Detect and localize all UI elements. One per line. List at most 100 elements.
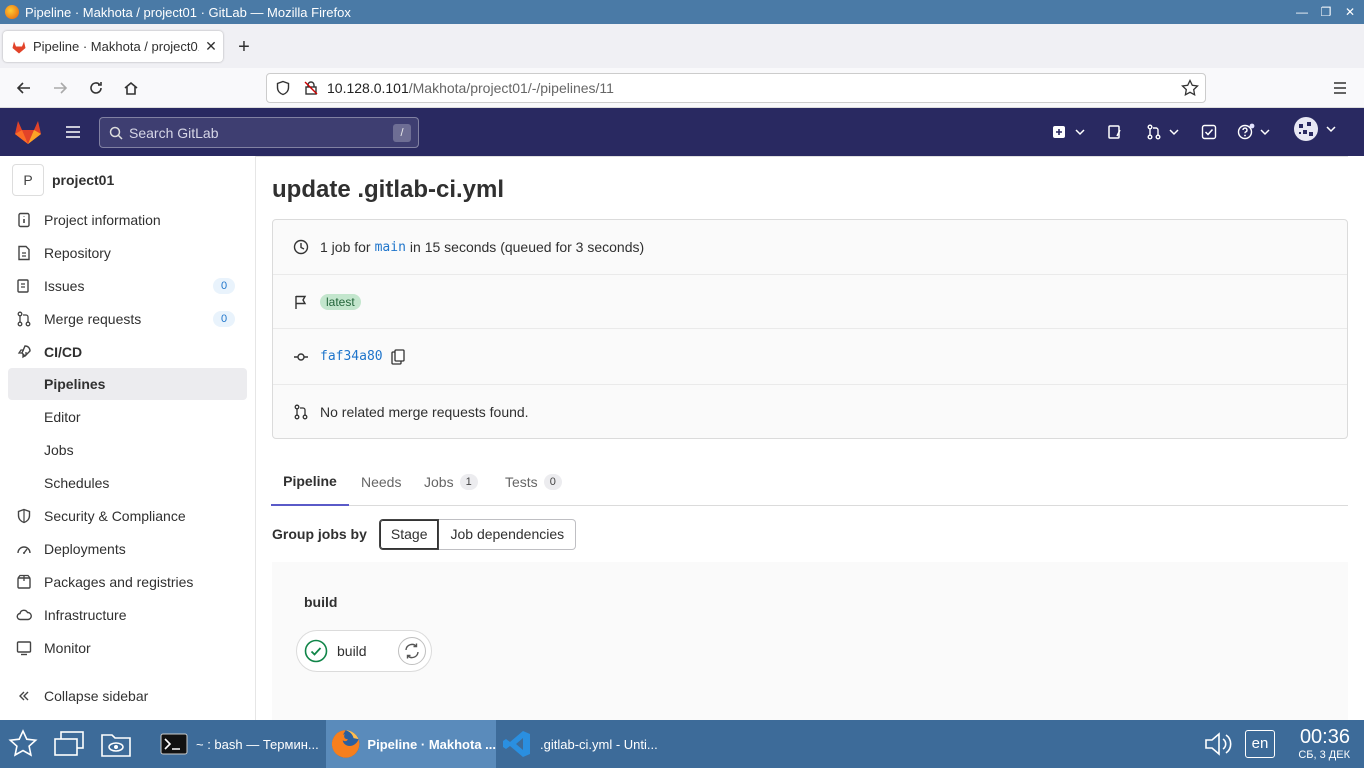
browser-navbar: 10.128.0.101/Makhota/project01/-/pipelin… (0, 68, 1364, 108)
close-window-icon[interactable]: ✕ (1338, 0, 1362, 24)
url-bar[interactable]: 10.128.0.101/Makhota/project01/-/pipelin… (266, 73, 1206, 103)
sidebar-item-monitor[interactable]: Monitor (8, 632, 247, 664)
sidebar-item-deployments[interactable]: Deployments (8, 533, 247, 565)
monitor-icon (16, 640, 32, 656)
no-merge-requests-text: No related merge requests found. (320, 403, 529, 420)
tab-tests[interactable]: Tests 0 (505, 458, 562, 505)
search-input[interactable]: Search GitLab / (99, 117, 419, 148)
sidebar-item-jobs[interactable]: Jobs (8, 434, 247, 466)
sidebar-item-issues[interactable]: Issues 0 (8, 270, 247, 302)
start-menu-button[interactable] (8, 720, 38, 768)
taskbar-item-vscode[interactable]: .gitlab-ci.yml - Unti... (496, 720, 666, 768)
star-icon (8, 729, 38, 757)
show-desktop-button[interactable] (53, 720, 85, 768)
summary-suffix: in 15 seconds (queued for 3 seconds) (409, 239, 645, 255)
double-chevron-left-icon (19, 691, 29, 701)
browser-tabstrip: Pipeline · Makhota / project01 · GitLab … (0, 24, 1364, 68)
project-avatar: P (12, 164, 44, 196)
reload-icon[interactable] (84, 76, 108, 100)
terminal-icon (160, 733, 188, 755)
page-title: update .gitlab-ci.yml (272, 176, 505, 203)
sidebar-item-editor[interactable]: Editor (8, 401, 247, 433)
package-icon (16, 574, 32, 590)
sidebar-item-merge-requests[interactable]: Merge requests 0 (8, 303, 247, 335)
jobs-count-badge: 1 (459, 473, 478, 490)
merge-requests-dropdown[interactable] (1146, 122, 1180, 142)
tab-pipeline[interactable]: Pipeline (271, 458, 349, 506)
tab-jobs[interactable]: Jobs 1 (424, 458, 478, 505)
collapse-sidebar-button[interactable]: Collapse sidebar (8, 686, 148, 706)
divider (256, 156, 1348, 157)
project-header-link[interactable]: P project01 (12, 164, 114, 196)
hamburger-menu-icon[interactable] (63, 122, 83, 142)
app-menu-icon[interactable] (1328, 76, 1352, 100)
clock-icon (292, 238, 310, 256)
group-by-stage-button[interactable]: Stage (378, 518, 440, 550)
merge-icon (16, 311, 32, 327)
issues-nav[interactable] (1107, 122, 1123, 142)
sidebar-item-infrastructure[interactable]: Infrastructure (8, 599, 247, 631)
branch-link[interactable]: main (375, 240, 406, 255)
minimize-icon[interactable]: — (1290, 0, 1314, 24)
commit-sha-link[interactable]: faf34a80 (320, 349, 383, 364)
plus-square-icon (1053, 126, 1065, 138)
sidebar-item-label: Repository (44, 245, 111, 261)
gitlab-tab-icon (12, 41, 26, 53)
gitlab-logo-icon[interactable] (14, 119, 42, 145)
page-info-icon[interactable] (303, 80, 319, 96)
sidebar-item-cicd[interactable]: CI/CD (8, 336, 247, 368)
maximize-icon[interactable]: ❐ (1314, 0, 1338, 24)
url-text: 10.128.0.101/Makhota/project01/-/pipelin… (327, 80, 614, 96)
taskbar-item-label: Pipeline · Makhota ... (367, 736, 496, 752)
search-placeholder: Search GitLab (129, 124, 219, 141)
file-manager-button[interactable] (100, 720, 132, 768)
sidebar-item-label: CI/CD (44, 344, 83, 360)
taskbar-item-firefox[interactable]: Pipeline · Makhota ... (326, 720, 496, 768)
browser-tab[interactable]: Pipeline · Makhota / project01 · GitLab … (3, 31, 223, 62)
clock[interactable]: 00:36 СБ, 3 ДЕК (1298, 727, 1350, 761)
project-name: project01 (52, 172, 115, 188)
project-sidebar: P project01 Project information Reposito… (0, 156, 256, 720)
sidebar-item-pipelines[interactable]: Pipelines (8, 368, 247, 400)
tab-needs[interactable]: Needs (361, 458, 401, 505)
user-menu-dropdown[interactable] (1293, 117, 1337, 141)
job-build[interactable]: build (296, 630, 432, 672)
shield-icon[interactable] (275, 80, 291, 96)
new-item-dropdown[interactable] (1052, 122, 1086, 142)
group-by-dependencies-button[interactable]: Job dependencies (439, 518, 577, 550)
taskbar-item-terminal[interactable]: ~ : bash — Термин... (150, 720, 326, 768)
home-icon[interactable] (119, 76, 143, 100)
sidebar-item-schedules[interactable]: Schedules (8, 467, 247, 499)
issues-icon (16, 278, 32, 294)
tab-label: Pipeline (283, 473, 337, 489)
vscode-icon (503, 731, 530, 757)
sidebar-item-label: Security & Compliance (44, 508, 186, 524)
merge-request-icon (292, 403, 310, 421)
sidebar-item-packages-registries[interactable]: Packages and registries (8, 566, 247, 598)
tab-label: Jobs (424, 473, 454, 490)
sidebar-item-label: Deployments (44, 541, 126, 557)
keyboard-layout-indicator[interactable]: en (1245, 730, 1275, 758)
forward-icon[interactable] (48, 76, 72, 100)
pipeline-badges-row: latest (273, 275, 1347, 329)
sidebar-item-label: Merge requests (44, 311, 142, 327)
sidebar-item-project-information[interactable]: Project information (8, 204, 247, 236)
close-tab-icon[interactable]: ✕ (199, 38, 223, 55)
retry-job-button[interactable] (398, 637, 426, 665)
sidebar-item-security-compliance[interactable]: Security & Compliance (8, 500, 247, 532)
volume-button[interactable] (1203, 720, 1235, 768)
back-icon[interactable] (12, 76, 36, 100)
issues-count-badge: 0 (213, 278, 235, 294)
folder-eye-icon (101, 734, 131, 757)
help-icon (1237, 123, 1255, 140)
bookmark-star-icon[interactable] (1181, 79, 1199, 97)
new-tab-icon[interactable]: + (232, 36, 256, 60)
help-dropdown[interactable] (1237, 122, 1271, 142)
url-path: /Makhota/project01/-/pipelines/11 (408, 80, 614, 96)
copy-icon[interactable] (390, 348, 405, 365)
pipeline-graph: build build (272, 562, 1348, 720)
main-content: update .gitlab-ci.yml 1 job for main in … (256, 156, 1364, 720)
todo-nav[interactable] (1201, 122, 1217, 142)
sidebar-item-repository[interactable]: Repository (8, 237, 247, 269)
job-name: build (337, 643, 367, 659)
